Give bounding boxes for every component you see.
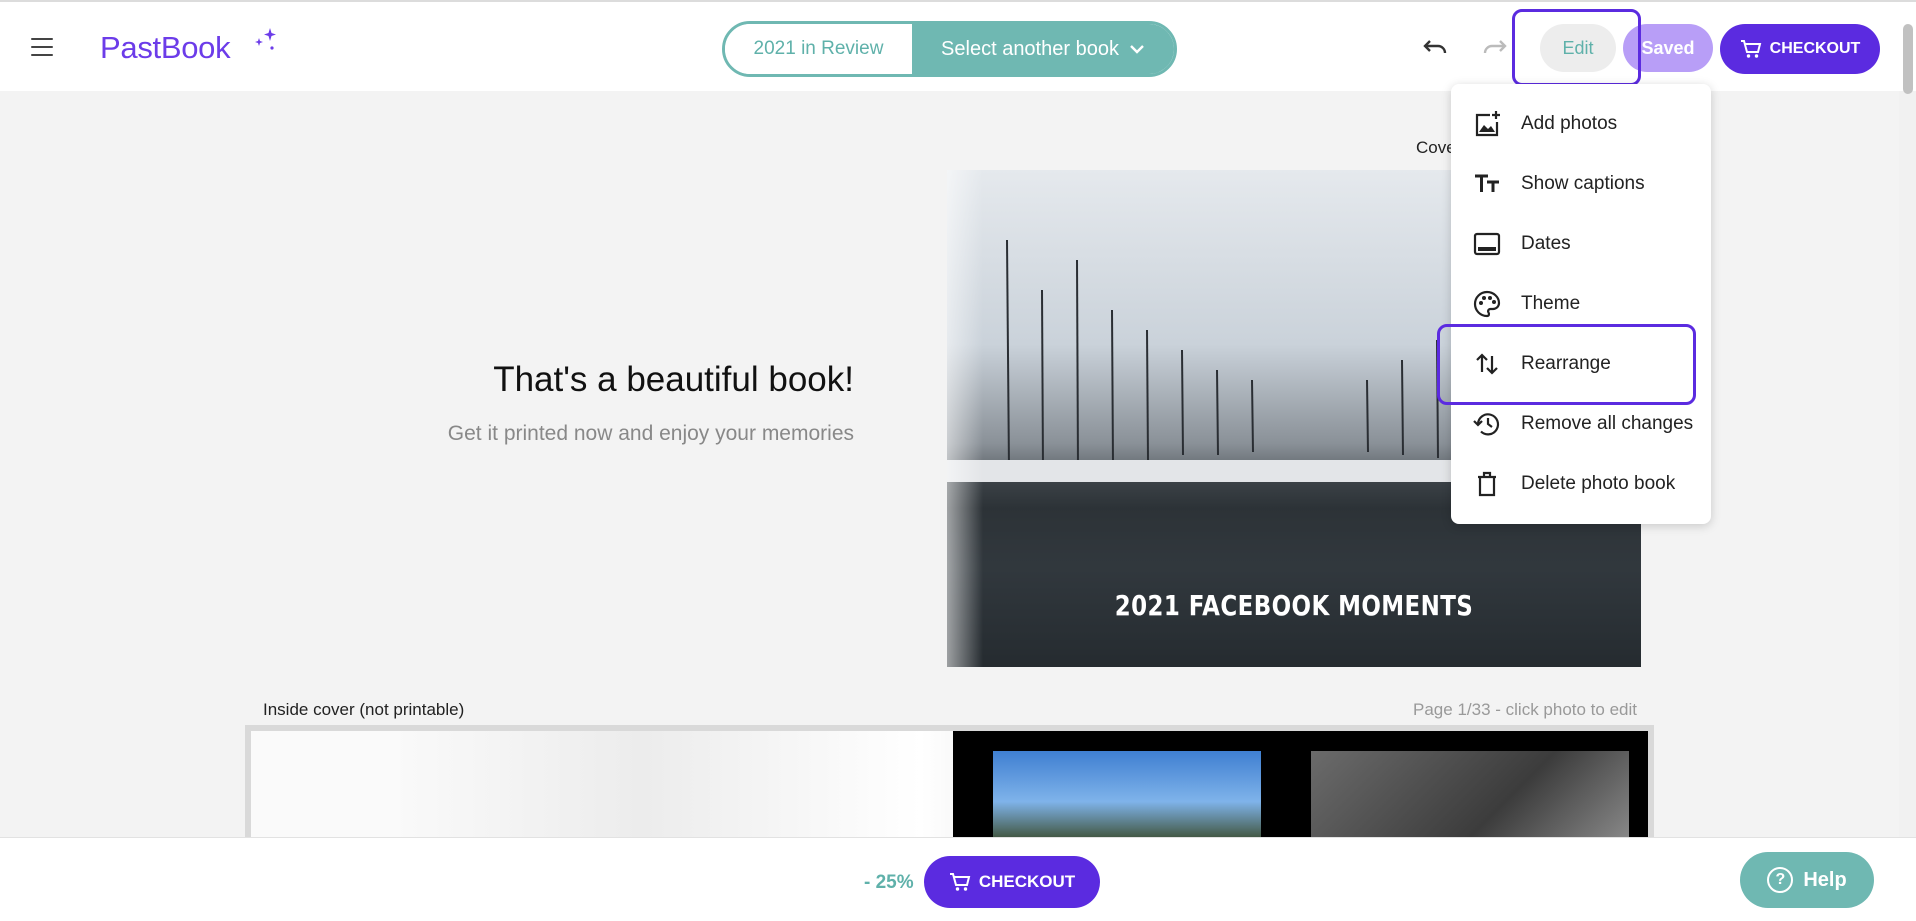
- menu-item-label: Remove all changes: [1521, 413, 1694, 434]
- checkout-button-bottom[interactable]: CHECKOUT: [924, 856, 1100, 908]
- menu-item-theme[interactable]: Theme: [1451, 279, 1711, 329]
- book-switcher: 2021 in Review Select another book: [722, 21, 1177, 77]
- menu-item-label: Dates: [1521, 233, 1571, 254]
- text-size-icon: [1475, 174, 1499, 192]
- inside-cover-spread: [245, 725, 1654, 837]
- menu-item-delete-photo-book[interactable]: Delete photo book: [1451, 459, 1711, 509]
- pastbook-logo[interactable]: PastBook: [100, 30, 231, 66]
- history-icon: [1473, 413, 1500, 436]
- menu-item-label: Show captions: [1521, 173, 1645, 194]
- menu-item-label: Delete photo book: [1521, 473, 1676, 494]
- checkout-label-bottom: CHECKOUT: [978, 872, 1076, 891]
- cover-title: 2021 FACEBOOK MOMENTS: [1114, 589, 1474, 622]
- checkout-label-top: CHECKOUT: [1769, 40, 1861, 57]
- page-indicator: Page 1/33 - click photo to edit: [1413, 700, 1637, 719]
- cover-label: Cove: [1416, 138, 1456, 157]
- cart-icon: [1740, 40, 1761, 58]
- cart-icon: [949, 873, 971, 891]
- edit-dropdown-menu: Add photos Show captions Dates Theme Rea…: [1451, 84, 1711, 524]
- menu-item-remove-all-changes[interactable]: Remove all changes: [1451, 399, 1711, 449]
- scrollbar-thumb[interactable]: [1903, 24, 1913, 94]
- inside-photo-smoke[interactable]: [1311, 751, 1629, 837]
- rearrange-highlight: [1437, 324, 1696, 405]
- discount-badge: - 25%: [864, 872, 914, 893]
- subheadline: Get it printed now and enjoy your memori…: [447, 422, 854, 445]
- select-another-book-label: Select another book: [941, 37, 1119, 60]
- menu-item-show-captions[interactable]: Show captions: [1451, 159, 1711, 209]
- help-icon: ?: [1767, 867, 1794, 893]
- help-button[interactable]: ? Help: [1740, 852, 1874, 908]
- current-book-button[interactable]: 2021 in Review: [725, 24, 912, 74]
- menu-icon[interactable]: [31, 38, 53, 56]
- checkout-button-top[interactable]: CHECKOUT: [1720, 24, 1880, 74]
- menu-item-dates[interactable]: Dates: [1451, 219, 1711, 269]
- help-label: Help: [1803, 868, 1847, 891]
- menu-item-add-photos[interactable]: Add photos: [1451, 99, 1711, 149]
- calendar-strip-icon: [1473, 232, 1501, 256]
- headline: That's a beautiful book!: [493, 360, 854, 399]
- trash-icon: [1478, 471, 1496, 497]
- chevron-down-icon: [1130, 45, 1144, 54]
- inside-cover-label: Inside cover (not printable): [263, 700, 465, 719]
- menu-item-label: Theme: [1521, 293, 1581, 314]
- palette-icon: [1473, 290, 1501, 318]
- menu-item-label: Add photos: [1521, 113, 1618, 134]
- undo-icon[interactable]: [1422, 36, 1448, 58]
- sparkle-icon: [255, 28, 276, 50]
- add-photo-icon: [1475, 111, 1500, 137]
- inside-right-page: [953, 731, 1648, 837]
- select-another-book-button[interactable]: Select another book: [912, 24, 1174, 74]
- scrollbar-track[interactable]: [1899, 91, 1916, 837]
- redo-icon[interactable]: [1482, 36, 1508, 58]
- inside-photo-trees[interactable]: [993, 751, 1261, 837]
- edit-button-highlight: [1512, 9, 1641, 86]
